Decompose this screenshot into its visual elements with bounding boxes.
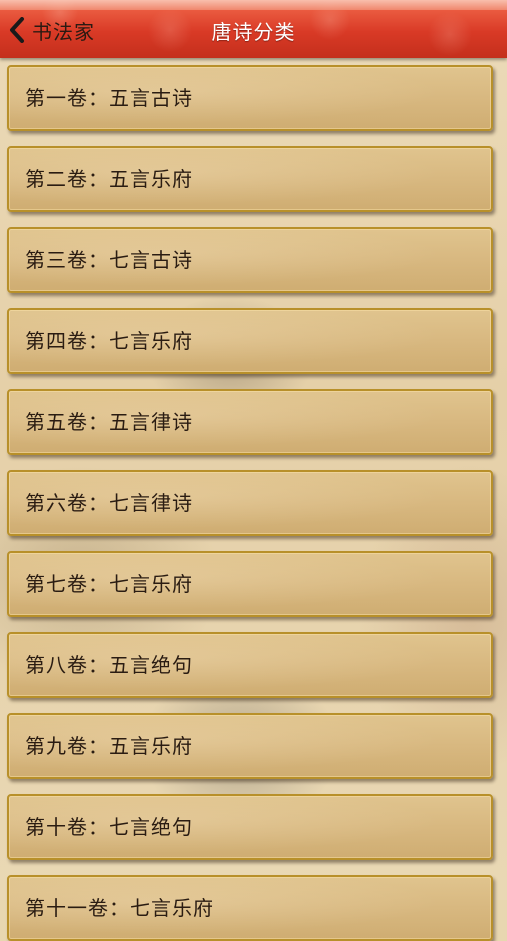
list-item-volume-6[interactable]: 第六卷：七言律诗 [7,470,493,536]
list-item-volume-4[interactable]: 第四卷：七言乐府 [7,308,493,374]
page-title: 唐诗分类 [211,20,296,44]
list-item-label: 第一卷：五言古诗 [25,86,193,110]
list-item-volume-7[interactable]: 第七卷：七言乐府 [7,551,493,617]
list-item-label: 第七卷：七言乐府 [25,572,193,596]
navigation-bar: 书法家 唐诗分类 [0,0,507,58]
list-item-label: 第三卷：七言古诗 [25,248,193,272]
list-item-volume-5[interactable]: 第五卷：五言律诗 [7,389,493,455]
list-item-label: 第十一卷：七言乐府 [25,896,214,920]
list-item-label: 第八卷：五言绝句 [25,653,193,677]
list-item-volume-11[interactable]: 第十一卷：七言乐府 [7,875,493,941]
list-item-volume-8[interactable]: 第八卷：五言绝句 [7,632,493,698]
list-item-volume-3[interactable]: 第三卷：七言古诗 [7,227,493,293]
status-strip [0,0,507,10]
list-item-volume-9[interactable]: 第九卷：五言乐府 [7,713,493,779]
list-item-label: 第二卷：五言乐府 [25,167,193,191]
list-item-label: 第四卷：七言乐府 [25,329,193,353]
list-item-label: 第五卷：五言律诗 [25,410,193,434]
list-item-label: 第十卷：七言绝句 [25,815,193,839]
list-item-volume-10[interactable]: 第十卷：七言绝句 [7,794,493,860]
list-item-volume-1[interactable]: 第一卷：五言古诗 [7,65,493,131]
list-item-label: 第六卷：七言律诗 [25,491,193,515]
list-item-label: 第九卷：五言乐府 [25,734,193,758]
list-item-volume-2[interactable]: 第二卷：五言乐府 [7,146,493,212]
